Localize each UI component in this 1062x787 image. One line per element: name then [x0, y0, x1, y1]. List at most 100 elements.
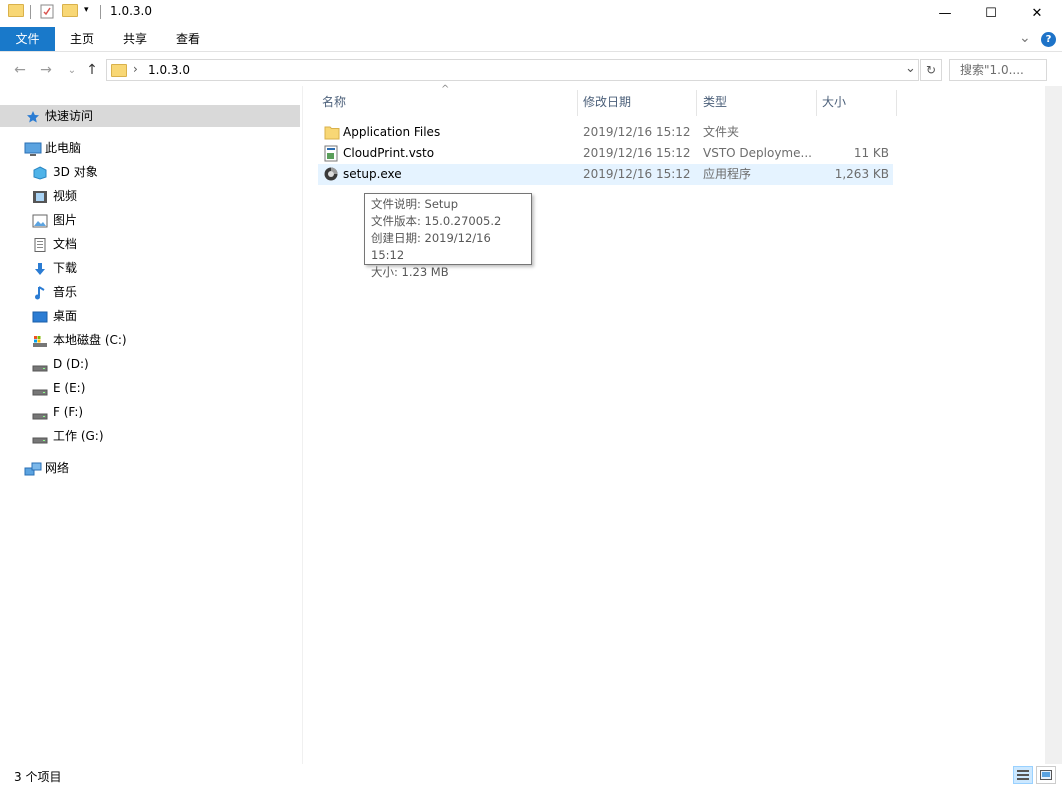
tab-file[interactable]: 文件 [0, 27, 55, 51]
pane-splitter[interactable] [302, 86, 303, 764]
file-row[interactable]: CloudPrint.vsto 2019/12/16 15:12 VSTO De… [318, 143, 893, 164]
documents-icon [32, 237, 48, 252]
nav-drive-f[interactable]: F (F:) [0, 401, 300, 423]
large-icons-view-icon [1040, 770, 1052, 780]
nav-music[interactable]: 音乐 [0, 281, 300, 303]
3d-objects-icon [32, 165, 48, 180]
computer-icon [24, 141, 42, 156]
file-date: 2019/12/16 15:12 [583, 146, 691, 160]
minimize-button[interactable]: — [922, 0, 968, 26]
title-bar: ▾ 1.0.3.0 — ☐ ✕ [0, 0, 1062, 26]
videos-icon [32, 189, 48, 203]
nav-label: 工作 (G:) [53, 429, 104, 443]
setup-exe-icon [323, 166, 339, 189]
nav-drive-d[interactable]: D (D:) [0, 353, 300, 375]
nav-documents[interactable]: 文档 [0, 233, 300, 255]
breadcrumb-item[interactable]: 1.0.3.0 [148, 63, 190, 77]
nav-label: 文档 [53, 237, 78, 251]
column-header-type[interactable]: 类型 [703, 88, 813, 116]
nav-drive-c[interactable]: 本地磁盘 (C:) [0, 329, 300, 351]
nav-label: E (E:) [53, 381, 86, 395]
help-icon[interactable]: ? [1041, 32, 1056, 47]
file-type: 文件夹 [703, 125, 740, 139]
drive-icon [32, 405, 48, 420]
music-icon [32, 285, 48, 300]
drive-icon [32, 381, 48, 396]
divider [100, 5, 101, 19]
desktop-icon [32, 309, 48, 323]
nav-videos[interactable]: 视频 [0, 185, 300, 207]
nav-label: 音乐 [53, 285, 78, 299]
tab-view[interactable]: 查看 [165, 27, 211, 51]
window-title: 1.0.3.0 [110, 4, 152, 18]
refresh-button[interactable]: ↻ [920, 59, 942, 81]
file-date: 2019/12/16 15:12 [583, 125, 691, 139]
nav-pictures[interactable]: 图片 [0, 209, 300, 231]
nav-label: 3D 对象 [53, 165, 98, 179]
drive-icon [32, 429, 48, 444]
star-icon [26, 109, 42, 123]
nav-drive-g[interactable]: 工作 (G:) [0, 425, 300, 447]
nav-label: 桌面 [53, 309, 78, 323]
column-header-date[interactable]: 修改日期 [583, 88, 693, 116]
divider[interactable] [577, 90, 578, 116]
nav-quick-access[interactable]: 快速访问 [0, 105, 300, 127]
ribbon-tabs: 文件 主页 共享 查看 ⌄ ? [0, 27, 1062, 52]
navigation-pane: 快速访问 此电脑 3D 对象视频 图片文档下载音乐桌面本地磁盘 (C:) D (D:… [0, 86, 302, 764]
nav-desktop[interactable]: 桌面 [0, 305, 300, 327]
file-name: CloudPrint.vsto [343, 146, 435, 160]
downloads-icon [32, 261, 48, 275]
nav-label: 本地磁盘 (C:) [53, 333, 127, 347]
nav-3d-objects[interactable]: 3D 对象 [0, 161, 300, 183]
nav-downloads[interactable]: 下载 [0, 257, 300, 279]
divider [30, 5, 31, 19]
tooltip-line: 文件版本: 15.0.27005.2 [371, 214, 502, 228]
properties-icon[interactable] [40, 4, 54, 19]
details-view-button[interactable] [1013, 766, 1033, 784]
up-button[interactable]: ↑ [82, 60, 102, 80]
pictures-icon [32, 213, 48, 228]
large-icons-view-button[interactable] [1036, 766, 1056, 784]
breadcrumb-chevron-icon: › [133, 62, 138, 76]
tooltip-line: 大小: 1.23 MB [371, 265, 449, 279]
vertical-scrollbar[interactable] [1045, 86, 1062, 764]
column-header-name[interactable]: 名称 [322, 88, 574, 116]
new-folder-icon[interactable] [62, 4, 78, 19]
nav-network[interactable]: 网络 [0, 457, 300, 479]
drive-icon [32, 357, 48, 372]
divider[interactable] [896, 90, 897, 116]
search-input[interactable]: 搜索"1.0.... [949, 59, 1047, 81]
folder-icon [8, 4, 24, 19]
address-dropdown-icon[interactable]: ⌄ [905, 61, 916, 76]
status-item-count: 3 个项目 [14, 770, 62, 784]
recent-locations-button[interactable]: ⌄ [62, 60, 82, 80]
tab-share[interactable]: 共享 [112, 27, 158, 51]
nav-this-pc[interactable]: 此电脑 [0, 137, 300, 159]
file-tooltip: 文件说明: Setup 文件版本: 15.0.27005.2 创建日期: 201… [364, 193, 532, 279]
folder-icon [111, 64, 127, 77]
nav-drive-e[interactable]: E (E:) [0, 377, 300, 399]
network-icon [24, 461, 42, 476]
tooltip-line: 创建日期: 2019/12/16 15:12 [371, 231, 491, 262]
close-button[interactable]: ✕ [1014, 0, 1060, 26]
back-button[interactable]: ← [10, 60, 30, 80]
customize-toolbar-icon[interactable]: ▾ [84, 5, 89, 15]
nav-label: F (F:) [53, 405, 84, 419]
file-size: 11 KB [853, 146, 889, 160]
tooltip-line: 文件说明: Setup [371, 197, 459, 211]
divider[interactable] [816, 90, 817, 116]
nav-label: D (D:) [53, 357, 89, 371]
file-type: VSTO Deployme... [703, 146, 812, 160]
divider[interactable] [696, 90, 697, 116]
address-bar[interactable]: › 1.0.3.0 ⌄ [106, 59, 919, 81]
ribbon-expand-icon[interactable]: ⌄ [1019, 30, 1031, 46]
column-header-size[interactable]: 大小 [822, 88, 892, 116]
forward-button[interactable]: → [36, 60, 56, 80]
file-row[interactable]: setup.exe 2019/12/16 15:12 应用程序 1,263 KB [318, 164, 893, 185]
file-date: 2019/12/16 15:12 [583, 167, 691, 181]
tab-home[interactable]: 主页 [59, 27, 105, 51]
file-name: setup.exe [343, 167, 402, 181]
nav-label: 快速访问 [45, 109, 94, 123]
file-row[interactable]: Application Files 2019/12/16 15:12 文件夹 [318, 122, 893, 143]
maximize-button[interactable]: ☐ [968, 0, 1014, 26]
